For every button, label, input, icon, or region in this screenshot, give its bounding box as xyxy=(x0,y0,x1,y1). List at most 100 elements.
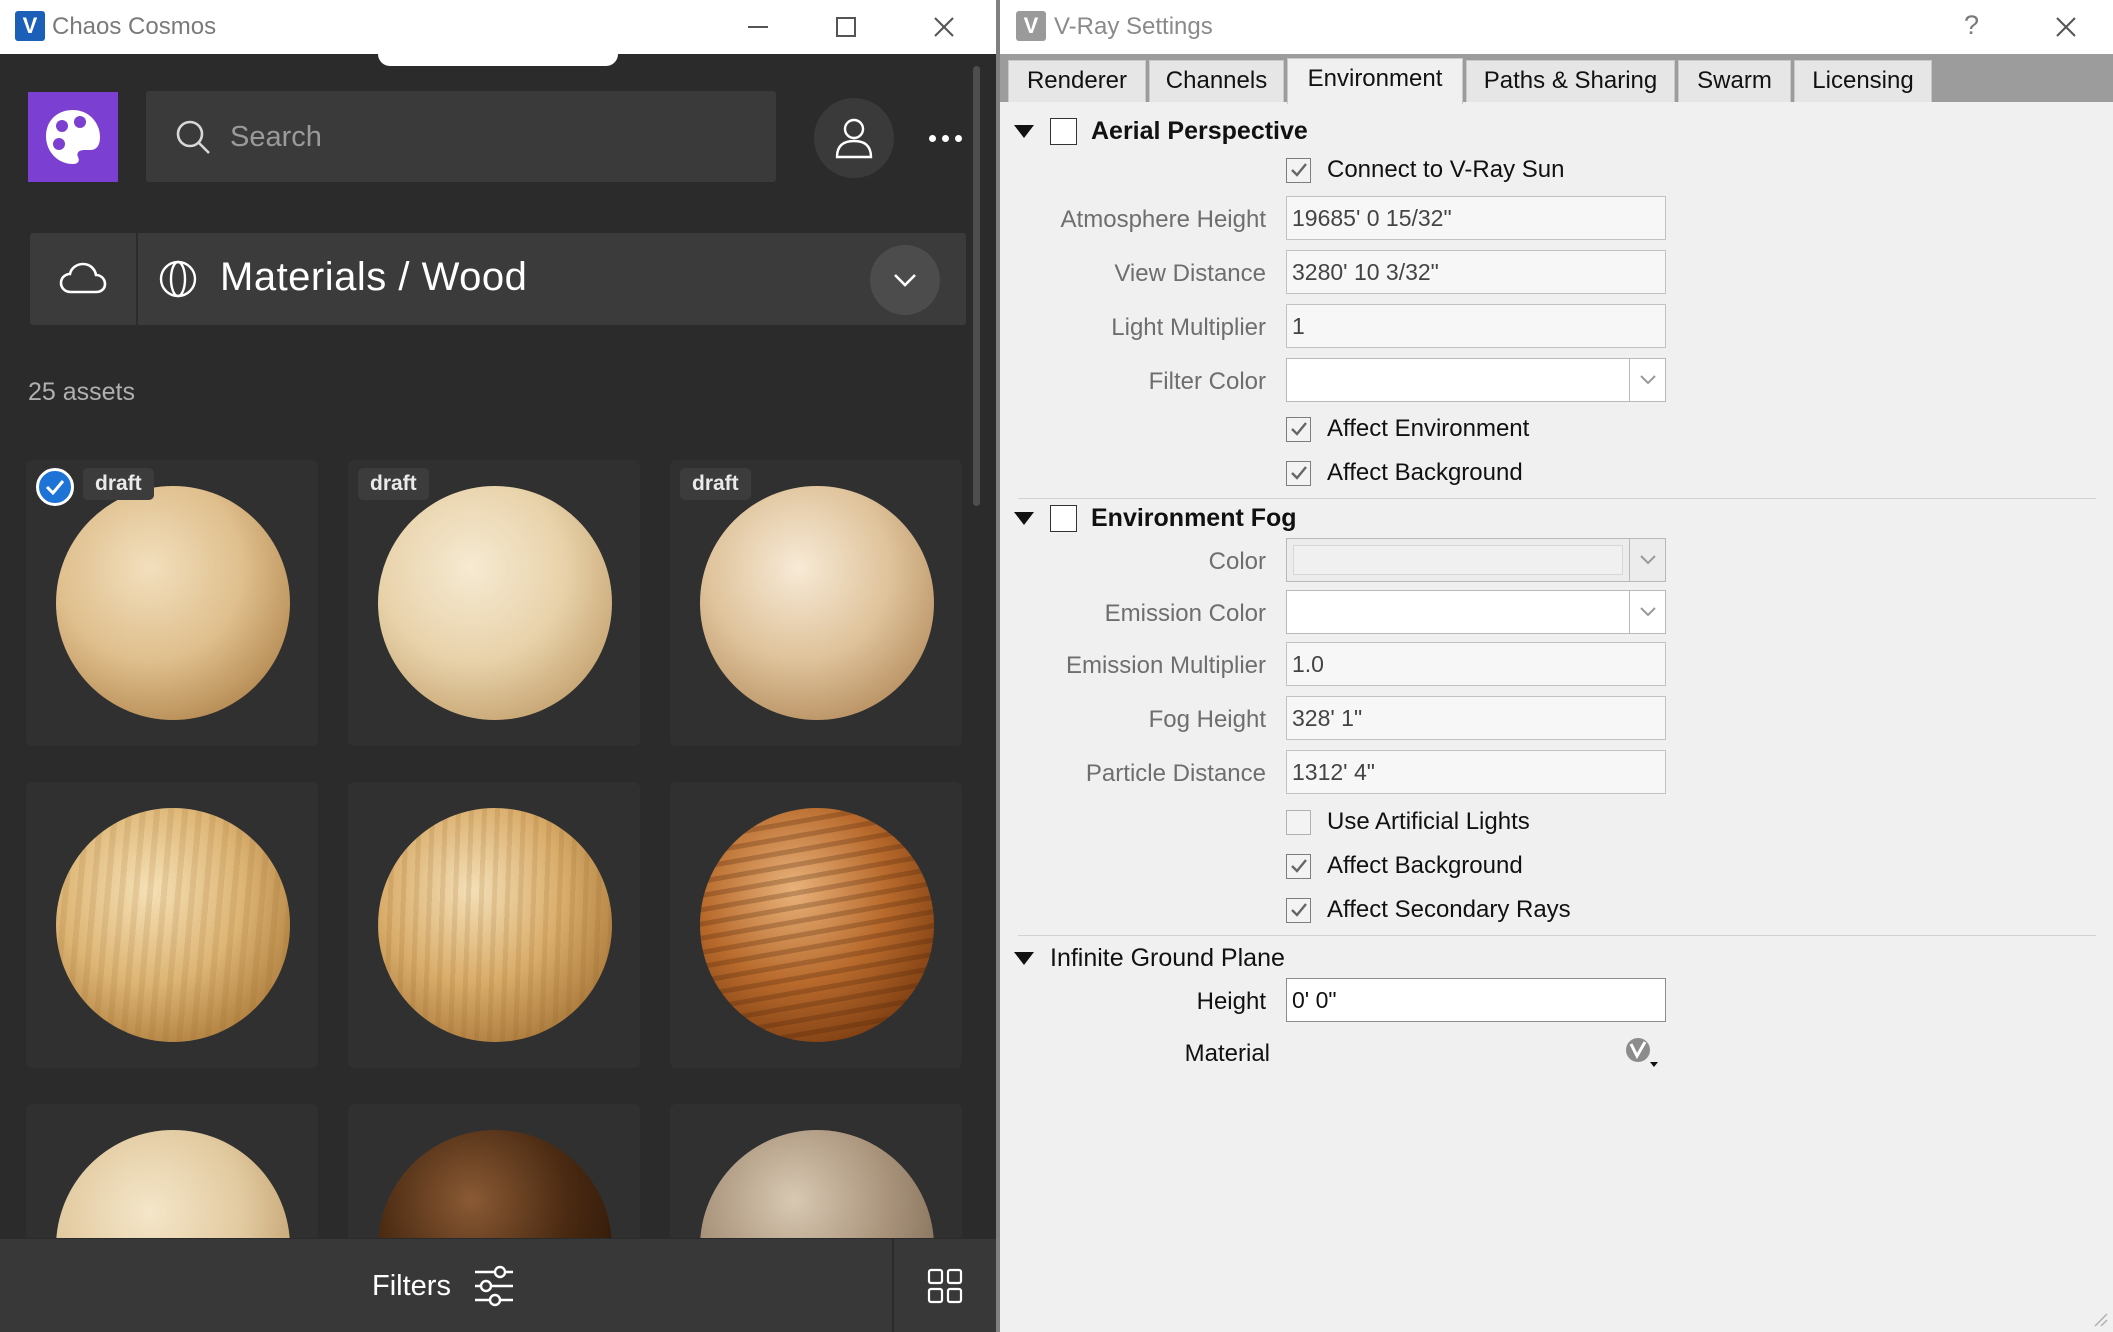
sliders-icon xyxy=(474,1265,513,1307)
material-picker-button[interactable] xyxy=(1624,1036,1660,1070)
asset-tile[interactable]: draft xyxy=(26,460,318,746)
atmosphere-height-label: Atmosphere Height xyxy=(1060,206,1266,233)
tab-swarm[interactable]: Swarm xyxy=(1678,60,1791,102)
category-dropdown-button[interactable] xyxy=(870,245,940,315)
affect-secondary-rays-checkbox[interactable] xyxy=(1286,897,1311,923)
search-input[interactable] xyxy=(230,109,750,165)
fog-affect-background-checkbox[interactable] xyxy=(1286,853,1311,879)
fog-height-label: Fog Height xyxy=(1148,706,1266,733)
fog-height-field[interactable]: 328' 1" xyxy=(1286,696,1666,740)
chevron-down-icon xyxy=(1639,555,1656,565)
scrollbar-thumb[interactable] xyxy=(973,66,980,506)
minimize-button[interactable] xyxy=(712,0,804,54)
help-button[interactable]: ? xyxy=(1964,10,1979,41)
chevron-down-icon xyxy=(1639,375,1656,385)
collapse-triangle-icon[interactable] xyxy=(1014,512,1034,525)
cosmos-window: V Chaos Cosmos Search Materials / Wood 2… xyxy=(0,0,996,1332)
cosmos-titlebar[interactable]: V Chaos Cosmos xyxy=(0,0,996,54)
divider xyxy=(1018,935,2096,936)
tab-channels[interactable]: Channels xyxy=(1149,60,1284,102)
use-artificial-lights-label: Use Artificial Lights xyxy=(1327,808,1530,835)
connect-sun-option[interactable]: Connect to V-Ray Sun xyxy=(1286,156,1564,184)
user-icon xyxy=(835,118,873,159)
filter-color-picker[interactable] xyxy=(1286,358,1666,402)
close-button[interactable] xyxy=(898,0,990,54)
maximize-button[interactable] xyxy=(800,0,892,54)
selected-check-icon[interactable] xyxy=(36,468,74,506)
environment-fog-header[interactable]: Environment Fog xyxy=(1014,504,1297,533)
dropdown-arrow-button[interactable] xyxy=(1629,539,1665,581)
grid-view-button[interactable] xyxy=(892,1239,996,1332)
close-icon xyxy=(2056,17,2076,37)
asset-tile[interactable] xyxy=(670,782,962,1068)
divider xyxy=(1018,498,2096,499)
vray-titlebar[interactable]: V V-Ray Settings ? xyxy=(1000,0,2113,54)
affect-environment-checkbox[interactable] xyxy=(1286,416,1311,442)
fog-color-swatch xyxy=(1293,545,1623,575)
fog-color-picker[interactable] xyxy=(1286,538,1666,582)
bottom-toolbar: Filters xyxy=(0,1238,996,1332)
connect-sun-checkbox[interactable] xyxy=(1286,157,1311,183)
ground-plane-header[interactable]: Infinite Ground Plane xyxy=(1014,944,1285,973)
draft-badge: draft xyxy=(680,468,751,500)
more-options-button[interactable] xyxy=(920,120,970,156)
atmosphere-height-field[interactable]: 19685' 0 15/32" xyxy=(1286,196,1666,240)
collapse-triangle-icon[interactable] xyxy=(1014,952,1034,965)
affect-secondary-rays-label: Affect Secondary Rays xyxy=(1327,896,1571,923)
chevron-down-icon xyxy=(1639,607,1656,617)
connect-sun-label: Connect to V-Ray Sun xyxy=(1327,156,1565,183)
view-distance-field[interactable]: 3280' 10 3/32" xyxy=(1286,250,1666,294)
asset-tile[interactable] xyxy=(348,782,640,1068)
affect-secondary-rays-option[interactable]: Affect Secondary Rays xyxy=(1286,896,1571,924)
tab-licensing[interactable]: Licensing xyxy=(1794,60,1932,102)
resize-grip-icon[interactable] xyxy=(2089,1308,2109,1328)
asset-tile[interactable]: draft xyxy=(670,460,962,746)
environment-fog-checkbox[interactable] xyxy=(1050,505,1077,532)
window-title: V-Ray Settings xyxy=(1054,13,1213,40)
aerial-affect-background-option[interactable]: Affect Background xyxy=(1286,459,1523,487)
grid-icon xyxy=(927,1268,963,1304)
collapse-triangle-icon[interactable] xyxy=(1014,125,1034,138)
use-artificial-lights-checkbox[interactable] xyxy=(1286,809,1311,835)
particle-distance-field[interactable]: 1312' 4" xyxy=(1286,750,1666,794)
emission-multiplier-field[interactable]: 1.0 xyxy=(1286,642,1666,686)
material-preview xyxy=(56,486,290,720)
cosmos-logo[interactable] xyxy=(28,92,118,182)
affect-environment-option[interactable]: Affect Environment xyxy=(1286,415,1529,443)
asset-tile[interactable] xyxy=(26,782,318,1068)
user-button[interactable] xyxy=(814,98,894,178)
light-multiplier-label: Light Multiplier xyxy=(1111,314,1266,341)
close-button[interactable] xyxy=(2020,0,2112,54)
vray-settings-window: V V-Ray Settings ? Renderer Channels Env… xyxy=(996,0,2113,1332)
aerial-perspective-title: Aerial Perspective xyxy=(1091,117,1308,145)
filters-button[interactable]: Filters xyxy=(372,1261,515,1311)
aerial-affect-background-label: Affect Background xyxy=(1327,459,1523,486)
breadcrumb[interactable]: Materials / Wood xyxy=(220,255,527,300)
draft-badge: draft xyxy=(358,468,429,500)
particle-distance-label: Particle Distance xyxy=(1085,760,1266,787)
draft-badge: draft xyxy=(83,468,154,500)
chevron-down-icon xyxy=(894,274,916,287)
cloud-icon xyxy=(59,262,107,294)
aerial-affect-background-checkbox[interactable] xyxy=(1286,460,1311,486)
dropdown-arrow-button[interactable] xyxy=(1629,359,1665,401)
drag-handle[interactable] xyxy=(378,54,618,66)
tab-environment[interactable]: Environment xyxy=(1287,58,1463,104)
cloud-button[interactable] xyxy=(30,233,138,325)
aerial-perspective-checkbox[interactable] xyxy=(1050,118,1077,145)
fog-affect-background-option[interactable]: Affect Background xyxy=(1286,852,1523,880)
ground-plane-title: Infinite Ground Plane xyxy=(1050,944,1285,972)
tab-paths-sharing[interactable]: Paths & Sharing xyxy=(1466,60,1675,102)
dropdown-arrow-button[interactable] xyxy=(1629,591,1665,633)
asset-tile[interactable]: draft xyxy=(348,460,640,746)
emission-color-picker[interactable] xyxy=(1286,590,1666,634)
category-bar: Materials / Wood xyxy=(30,233,966,325)
tab-renderer[interactable]: Renderer xyxy=(1008,60,1146,102)
use-artificial-lights-option[interactable]: Use Artificial Lights xyxy=(1286,808,1530,836)
view-distance-label: View Distance xyxy=(1114,260,1266,287)
aerial-perspective-header[interactable]: Aerial Perspective xyxy=(1014,117,1308,146)
material-preview xyxy=(700,486,934,720)
ground-height-field[interactable]: 0' 0" xyxy=(1286,978,1666,1022)
search-box[interactable] xyxy=(146,91,776,182)
light-multiplier-field[interactable]: 1 xyxy=(1286,304,1666,348)
